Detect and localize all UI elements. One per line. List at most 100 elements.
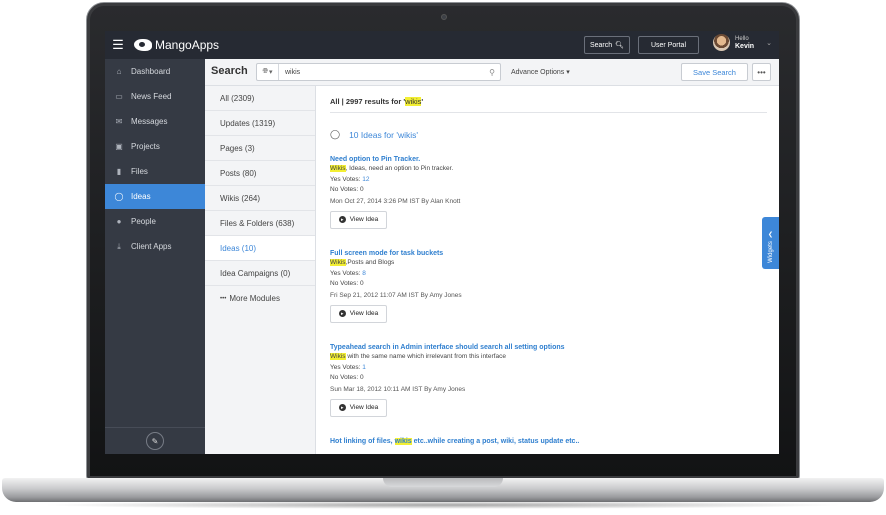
laptop-shadow — [40, 501, 846, 509]
result-count-suffix: ' — [421, 97, 424, 106]
idea-snippet: Wikis, Ideas, need an option to Pin trac… — [330, 164, 750, 175]
save-search-button[interactable]: Save Search — [681, 63, 748, 81]
search-query[interactable]: wikis — [285, 69, 489, 76]
lightbulb-icon: ◯ — [330, 129, 341, 139]
ellipsis-icon: ••• — [757, 67, 766, 77]
menu-icon[interactable]: ☰ — [106, 31, 130, 59]
sidebar-item-news-feed[interactable]: ▭ News Feed — [105, 84, 205, 109]
no-votes: No Votes: 0 — [330, 373, 750, 384]
sidebar-item-dashboard[interactable]: ⌂ Dashboard — [105, 59, 205, 84]
yes-votes-label: Yes Votes: — [330, 269, 363, 277]
view-idea-label: View Idea — [349, 404, 379, 411]
app-logo[interactable]: MangoApps — [134, 38, 219, 52]
sidebar-footer: ✎ — [105, 427, 205, 454]
user-menu[interactable]: Hello Kevin ⌄ — [713, 34, 772, 51]
ideas-section-title[interactable]: 10 Ideas for 'wikis' — [349, 130, 418, 140]
no-votes-label: No Votes: — [330, 280, 360, 287]
idea-title[interactable]: Full screen mode for task buckets — [330, 249, 750, 258]
sidebar-item-projects[interactable]: ▣ Projects — [105, 134, 205, 159]
download-icon: ⤓ — [117, 241, 121, 251]
list-item: Typeahead search in Admin interface shou… — [330, 343, 750, 417]
user-portal-label: User Portal — [650, 41, 686, 49]
result-count-prefix: All | 2997 results for ' — [330, 97, 406, 106]
idea-date: Mon Oct 27, 2014 3:26 PM IST By Alan Kno… — [330, 197, 461, 205]
list-item: Full screen mode for task buckets Wikis,… — [330, 249, 750, 323]
no-votes-count: 0 — [360, 374, 364, 381]
filter-all[interactable]: All (2309) — [205, 86, 315, 111]
sidebar-item-label: Ideas — [131, 192, 151, 201]
yes-votes-count[interactable]: 1 — [362, 364, 366, 371]
snippet-text: with the same name which irrelevant from… — [345, 353, 506, 360]
sidebar-item-files[interactable]: ▮ Files — [105, 159, 205, 184]
yes-votes-count[interactable]: 8 — [362, 270, 366, 277]
sidebar-item-people[interactable]: ● People — [105, 209, 205, 234]
idea-date: Fri Sep 21, 2012 11:07 AM IST By Amy Jon… — [330, 291, 462, 299]
inbox-icon: ▭ — [115, 92, 123, 101]
idea-snippet: Wikis,Posts and Blogs — [330, 258, 750, 269]
globe-icon: 🌐︎ — [262, 68, 269, 75]
sidebar-item-label: People — [131, 217, 156, 226]
logo-text: MangoApps — [155, 38, 220, 52]
widgets-tab[interactable]: ❮ Widgets — [762, 217, 779, 269]
filter-posts[interactable]: Posts (80) — [205, 161, 315, 186]
arrow-right-icon: ▸ — [338, 216, 346, 223]
yes-votes-label: Yes Votes: — [330, 363, 363, 371]
view-idea-button[interactable]: ▸ View Idea — [330, 304, 387, 323]
envelope-icon: ✉ — [115, 117, 123, 126]
top-bar: ☰ MangoApps Search 🔍︎ User Portal Hello … — [105, 31, 779, 59]
snippet-text: ,Posts and Blogs — [345, 259, 395, 266]
more-modules-label: More Modules — [229, 294, 280, 303]
filter-wikis[interactable]: Wikis (264) — [205, 186, 315, 211]
user-portal-button[interactable]: User Portal — [638, 36, 699, 54]
mango-logo-icon — [134, 39, 152, 51]
idea-title[interactable]: Hot linking of files, wikis etc..while c… — [330, 437, 750, 446]
filter-pages[interactable]: Pages (3) — [205, 136, 315, 161]
yes-votes: Yes Votes: 12 — [330, 175, 750, 186]
home-icon: ⌂ — [116, 67, 122, 76]
arrow-right-icon: ▸ — [338, 310, 346, 317]
search-input[interactable]: 🌐︎ ▾ wikis ⚲ — [256, 63, 501, 81]
result-count-term: wikis — [405, 97, 422, 106]
no-votes: No Votes: 0 — [330, 279, 750, 290]
yes-votes-count[interactable]: 12 — [362, 176, 369, 183]
app-screen: ☰ MangoApps Search 🔍︎ User Portal Hello … — [105, 31, 779, 454]
filter-updates[interactable]: Updates (1319) — [205, 111, 315, 136]
snippet-highlight: Wikis — [330, 259, 346, 266]
ideas-section-header: ◯ 10 Ideas for 'wikis' — [330, 129, 418, 140]
idea-title[interactable]: Need option to Pin Tracker. — [330, 155, 750, 164]
no-votes-count: 0 — [360, 280, 364, 287]
scope-select[interactable]: 🌐︎ ▾ — [257, 64, 279, 80]
view-idea-label: View Idea — [349, 310, 379, 317]
view-idea-button[interactable]: ▸ View Idea — [330, 210, 387, 229]
filter-idea-campaigns[interactable]: Idea Campaigns (0) — [205, 261, 315, 286]
filter-ideas[interactable]: Ideas (10) — [205, 236, 315, 261]
page-title: Search — [211, 65, 248, 77]
no-votes-count: 0 — [360, 186, 364, 193]
pencil-icon[interactable]: ✎ — [146, 432, 164, 450]
view-idea-button[interactable]: ▸ View Idea — [330, 398, 387, 417]
advance-options-dropdown[interactable]: Advance Options ▾ — [511, 68, 570, 76]
more-options-button[interactable]: ••• — [752, 63, 771, 81]
camera-icon — [441, 14, 447, 20]
search-icon: 🔍︎ — [615, 42, 625, 49]
user-greeting: Hello Kevin — [735, 35, 754, 51]
snippet-highlight: Wikis — [330, 165, 346, 172]
no-votes: No Votes: 0 — [330, 185, 750, 196]
sidebar-item-client-apps[interactable]: ⤓ Client Apps — [105, 234, 205, 259]
no-votes-label: No Votes: — [330, 374, 360, 381]
search-icon[interactable]: ⚲ — [489, 68, 495, 77]
laptop-notch — [383, 478, 503, 487]
top-search-button[interactable]: Search 🔍︎ — [584, 36, 630, 54]
filter-more-modules[interactable]: ••• More Modules — [205, 286, 315, 311]
sidebar-item-messages[interactable]: ✉ Messages — [105, 109, 205, 134]
filter-files-folders[interactable]: Files & Folders (638) — [205, 211, 315, 236]
list-item: Hot linking of files, wikis etc..while c… — [330, 437, 750, 446]
sidebar-item-ideas[interactable]: ◯ Ideas — [105, 184, 205, 209]
filter-panel: All (2309) Updates (1319) Pages (3) Post… — [205, 86, 316, 454]
idea-title[interactable]: Typeahead search in Admin interface shou… — [330, 343, 750, 352]
widgets-label: Widgets — [767, 241, 774, 263]
save-search-label: Save Search — [693, 67, 736, 77]
caret-down-icon: ▾ — [566, 69, 570, 76]
results-panel: All | 2997 results for 'wikis' ◯ 10 Idea… — [316, 86, 779, 454]
title-highlight: wikis — [394, 438, 412, 445]
